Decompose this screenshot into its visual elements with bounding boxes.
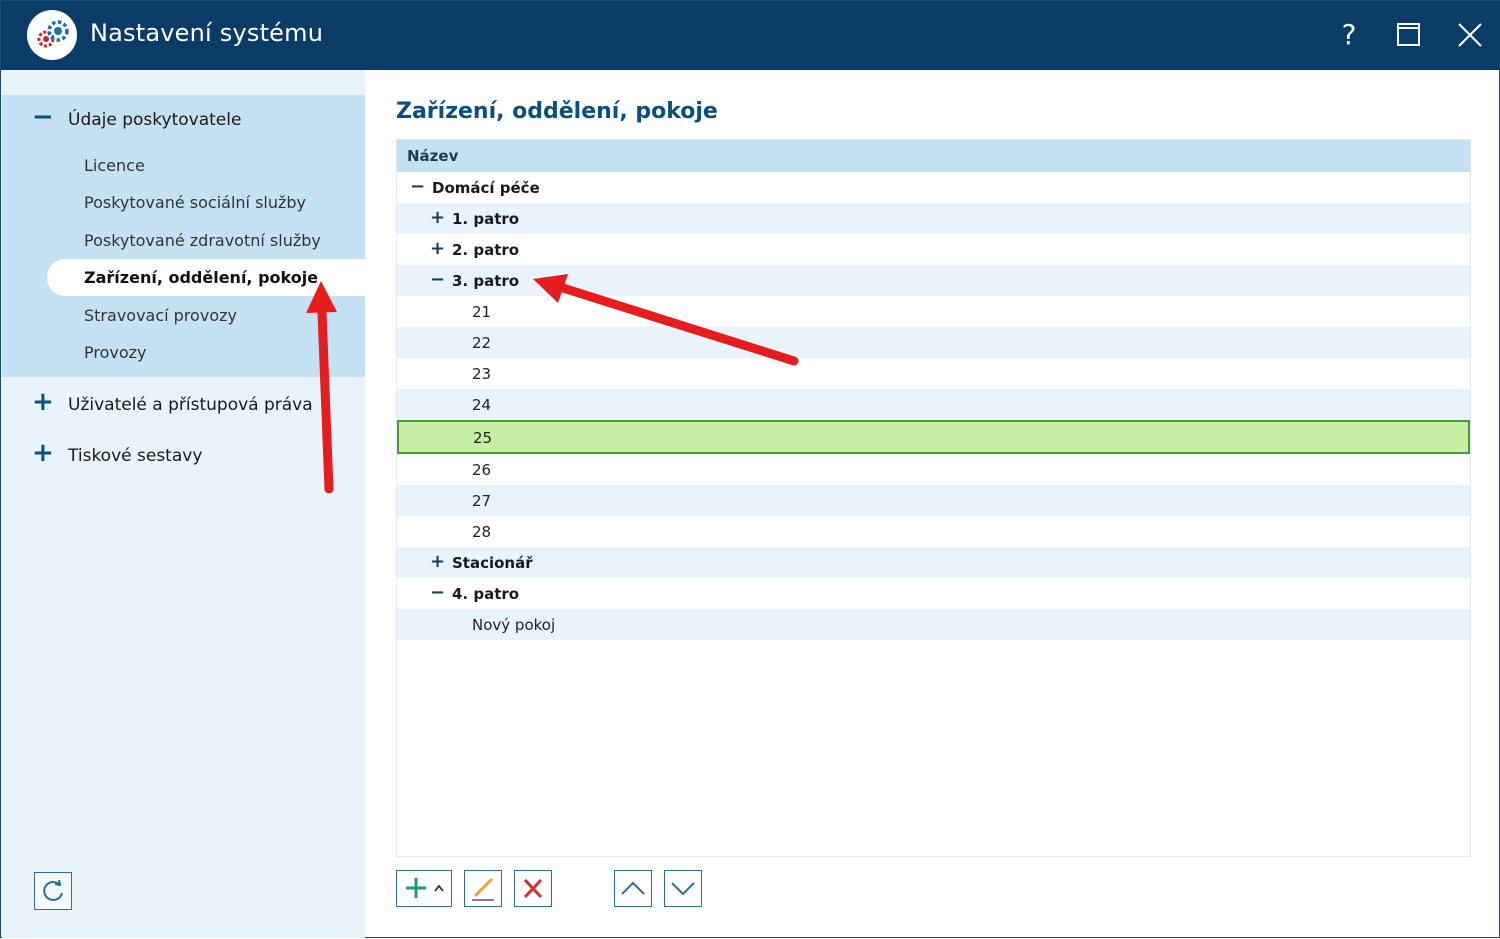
sidebar-group-provider: − Údaje poskytovatele Licence Poskytovan… [2, 95, 367, 377]
tree-row[interactable]: − 4. patro [397, 578, 1470, 609]
tree-row-label: Domácí péče [432, 179, 540, 197]
close-button[interactable] [1450, 15, 1490, 55]
sidebar-item-health-services[interactable]: Poskytované zdravotní služby [2, 222, 365, 259]
move-down-button[interactable] [664, 870, 702, 907]
tree-row[interactable]: 28 [397, 516, 1470, 547]
settings-window: Nastavení systému ? − Údaje poskytovatel… [0, 0, 1500, 938]
tree-row[interactable]: 24 [397, 389, 1470, 420]
title-bar: Nastavení systému ? [1, 1, 1500, 70]
sidebar-item-catering[interactable]: Stravovací provozy [2, 297, 365, 334]
tree-row[interactable]: 23 [397, 358, 1470, 389]
tree-row[interactable]: − Domácí péče [397, 172, 1470, 203]
tree-row[interactable]: 21 [397, 296, 1470, 327]
tree-row-label: 22 [472, 334, 492, 352]
sidebar-group-label: Tiskové sestavy [68, 446, 203, 466]
sidebar-group-label: Údaje poskytovatele [68, 110, 242, 130]
tree-row-label: 4. patro [452, 585, 520, 603]
chevron-down-icon [671, 882, 695, 896]
sidebar-item-label: Poskytované sociální služby [84, 193, 307, 212]
facility-tree: Název − Domácí péče + 1. patro + 2. patr… [396, 139, 1471, 857]
add-icon [406, 878, 444, 898]
tree-row[interactable]: + Stacionář [397, 547, 1470, 578]
tree-row-label: 1. patro [452, 210, 520, 228]
sidebar-item-label: Poskytované zdravotní služby [84, 231, 321, 250]
sidebar-item-label: Licence [84, 156, 145, 175]
window-title: Nastavení systému [90, 19, 324, 47]
tree-row[interactable]: 22 [397, 327, 1470, 358]
chevron-up-icon [621, 881, 645, 895]
move-up-button[interactable] [614, 870, 652, 907]
maximize-button[interactable] [1389, 15, 1429, 55]
sidebar-item-operations[interactable]: Provozy [2, 334, 365, 371]
tree-row-label: 27 [472, 492, 492, 510]
sidebar-item-facilities[interactable]: Zařízení, oddělení, pokoje [47, 259, 367, 296]
tree-row-label: 3. patro [452, 272, 520, 290]
column-header-name[interactable]: Název [397, 140, 1470, 172]
tree-row-label: Nový pokoj [472, 616, 556, 634]
maximize-icon [1397, 23, 1420, 46]
expand-icon[interactable]: + [32, 389, 54, 415]
tree-row[interactable]: Nový pokoj [397, 609, 1470, 640]
tree-row-label: 2. patro [452, 241, 520, 259]
expand-icon[interactable]: + [430, 553, 445, 571]
tree-row-label: 23 [472, 365, 492, 383]
delete-button[interactable] [514, 870, 552, 907]
collapse-icon[interactable]: − [410, 178, 425, 196]
tree-row-label: 24 [472, 396, 492, 414]
expand-icon[interactable]: + [430, 240, 445, 258]
refresh-button[interactable] [34, 872, 72, 910]
sidebar-item-licence[interactable]: Licence [2, 147, 365, 184]
sidebar-item-social-services[interactable]: Poskytované sociální služby [2, 184, 365, 221]
add-button[interactable] [396, 870, 452, 907]
tree-row[interactable]: 26 [397, 454, 1470, 485]
collapse-icon[interactable]: − [430, 584, 445, 602]
edit-icon [472, 877, 494, 901]
sidebar-item-label: Provozy [84, 343, 147, 362]
help-button[interactable]: ? [1329, 15, 1369, 55]
tree-row[interactable]: + 2. patro [397, 234, 1470, 265]
sidebar: − Údaje poskytovatele Licence Poskytovan… [2, 70, 367, 938]
column-header-label: Název [407, 147, 459, 165]
app-gears-icon [27, 10, 77, 60]
collapse-icon[interactable]: − [32, 104, 54, 130]
collapse-icon[interactable]: − [430, 271, 445, 289]
close-icon [1458, 23, 1482, 47]
tree-row[interactable]: 27 [397, 485, 1470, 516]
sidebar-group-users[interactable]: + Uživatelé a přístupová práva [2, 380, 365, 430]
sidebar-group-label: Uživatelé a přístupová práva [68, 395, 313, 415]
delete-icon [523, 878, 543, 899]
expand-icon[interactable]: + [32, 440, 54, 466]
sidebar-item-label: Stravovací provozy [84, 306, 237, 325]
tree-row-label: 28 [472, 523, 492, 541]
sidebar-item-label: Zařízení, oddělení, pokoje [84, 268, 319, 287]
tree-row-label: 26 [472, 461, 492, 479]
refresh-icon [43, 879, 63, 901]
tree-row-selected[interactable]: 25 [397, 420, 1470, 454]
tree-row-label: Stacionář [452, 554, 533, 572]
edit-button[interactable] [464, 870, 502, 907]
expand-icon[interactable]: + [430, 209, 445, 227]
tree-row-label: 21 [472, 303, 492, 321]
page-title: Zařízení, oddělení, pokoje [396, 99, 718, 124]
sidebar-group-reports[interactable]: + Tiskové sestavy [2, 431, 365, 481]
sidebar-group-provider-header[interactable]: − Údaje poskytovatele [2, 95, 365, 145]
tree-row[interactable]: + 1. patro [397, 203, 1470, 234]
tree-row-label: 25 [473, 429, 493, 447]
tree-row[interactable]: − 3. patro [397, 265, 1470, 296]
